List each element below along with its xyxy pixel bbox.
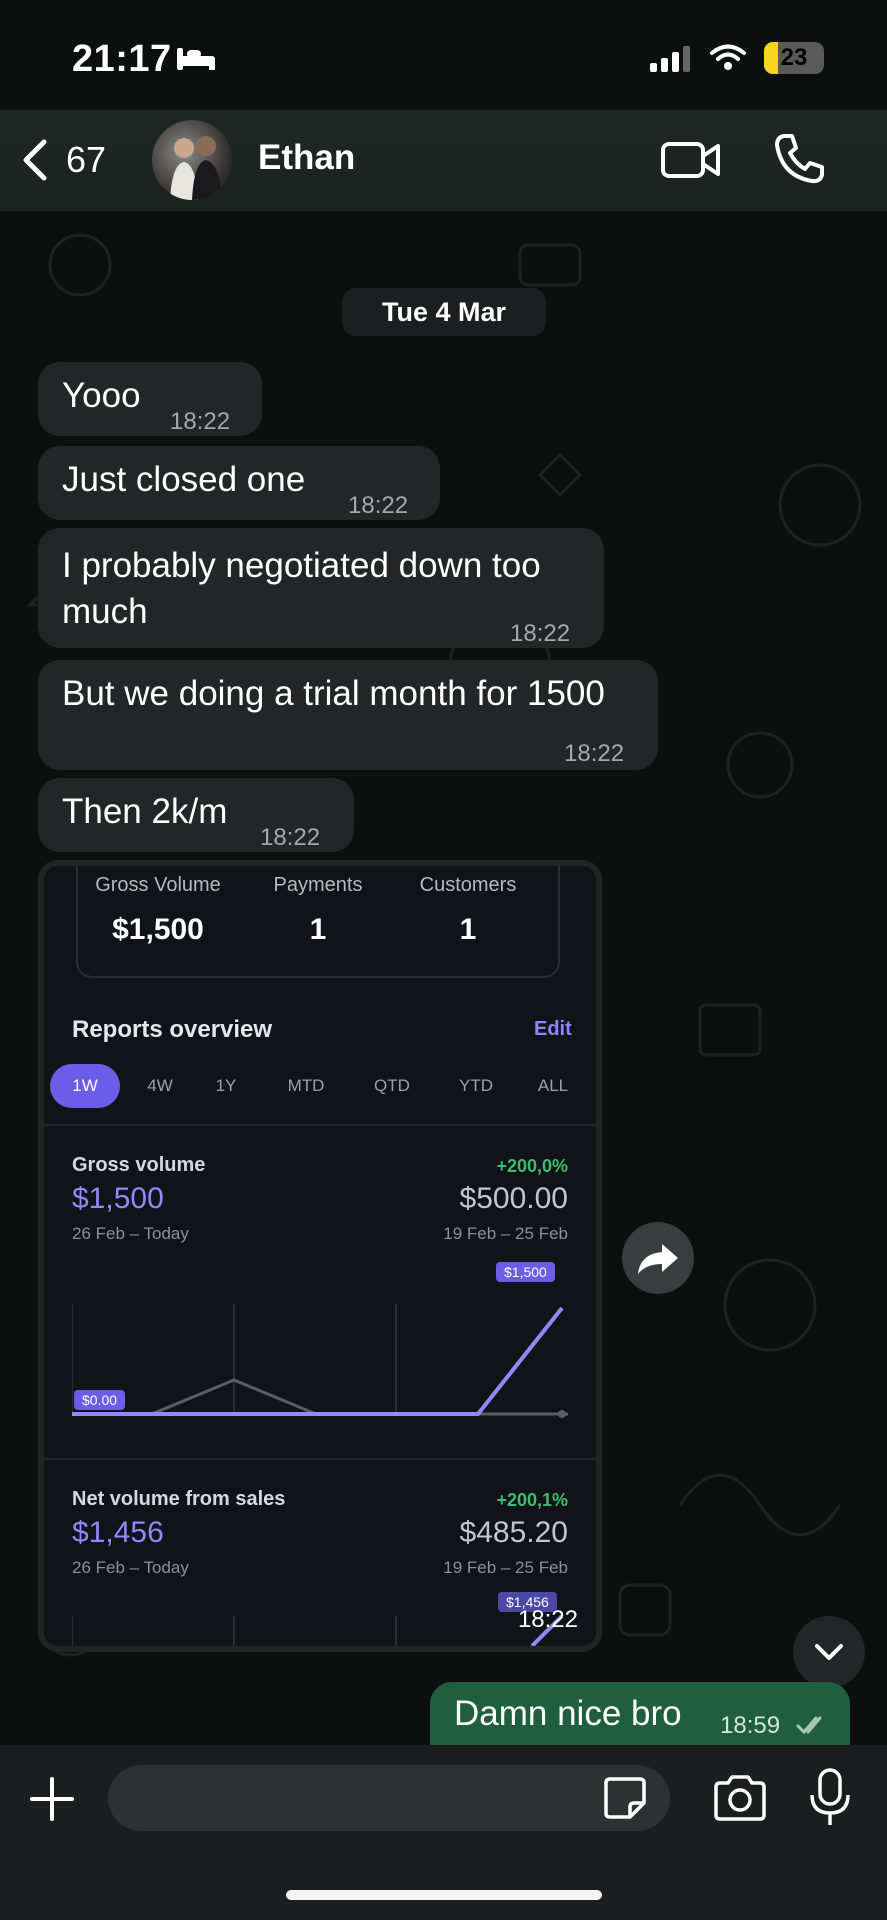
- net-volume-range: 26 Feb – Today: [72, 1558, 189, 1577]
- avatar-photo-icon: [170, 136, 222, 200]
- message-text: Then 2k/m: [62, 792, 228, 831]
- incoming-message[interactable]: Just closed one 18:22: [38, 446, 440, 520]
- message-time: 18:22: [564, 740, 625, 767]
- status-time: 21:17: [72, 38, 172, 80]
- period-qtd: QTD: [374, 1076, 410, 1095]
- battery-icon: 23: [764, 42, 824, 74]
- stat-payments: Payments 1: [273, 874, 363, 946]
- status-bar: 21:17 23: [0, 0, 887, 110]
- net-volume-change: +200,1%: [496, 1490, 568, 1510]
- gross-volume-range: 26 Feb – Today: [72, 1224, 189, 1243]
- stats-summary: Gross Volume $1,500 Payments 1 Customers…: [76, 866, 560, 978]
- chart-high-label: $1,500: [496, 1262, 555, 1282]
- video-call-icon[interactable]: [660, 136, 722, 184]
- period-selector: 1W 4W 1Y MTD QTD YTD ALL: [50, 1064, 596, 1108]
- net-volume-previous-range: 19 Feb – 25 Feb: [443, 1558, 568, 1577]
- message-time: 18:22: [348, 492, 409, 519]
- period-1y: 1Y: [215, 1076, 237, 1095]
- phone-call-icon[interactable]: [774, 132, 824, 184]
- incoming-message[interactable]: I probably negotiated down too much 18:2…: [38, 528, 604, 648]
- outgoing-message[interactable]: Damn nice bro 18:59: [430, 1682, 850, 1752]
- chevron-down-icon: [815, 1644, 843, 1660]
- gross-volume-value: $1,500: [72, 1182, 164, 1215]
- forward-arrow-icon: [638, 1244, 678, 1274]
- unread-count: 67: [66, 139, 107, 180]
- message-time: 18:22: [170, 408, 231, 435]
- gross-volume-title: Gross volume: [72, 1154, 206, 1176]
- image-message[interactable]: Gross Volume $1,500 Payments 1 Customers…: [38, 860, 602, 1652]
- chevron-left-icon: [23, 139, 47, 181]
- edit-link: Edit: [534, 1018, 572, 1040]
- incoming-message[interactable]: Then 2k/m 18:22: [38, 778, 354, 852]
- period-mtd: MTD: [287, 1076, 325, 1095]
- period-ytd: YTD: [459, 1076, 493, 1095]
- chat-header: 67 Ethan: [0, 110, 887, 211]
- net-volume-title: Net volume from sales: [72, 1488, 286, 1510]
- back-button[interactable]: 67: [18, 134, 108, 186]
- stat-customers: Customers 1: [419, 874, 517, 946]
- reports-title: Reports overview: [72, 1016, 273, 1043]
- message-time: 18:59: [720, 1712, 781, 1739]
- date-separator: Tue 4 Mar: [342, 288, 546, 336]
- sleep-focus-icon: [177, 48, 215, 70]
- gross-volume-previous-range: 19 Feb – 25 Feb: [443, 1224, 568, 1243]
- net-volume-value: $1,456: [72, 1516, 164, 1549]
- read-receipt-icon: [796, 1716, 822, 1735]
- contact-name[interactable]: Ethan: [258, 138, 355, 178]
- cellular-signal-icon: [650, 46, 690, 72]
- message-text-continued: much: [62, 592, 148, 631]
- period-4w: 4W: [147, 1076, 173, 1095]
- message-time: 18:22: [510, 620, 571, 647]
- divider: [44, 1124, 596, 1126]
- message-text: I probably negotiated down too: [62, 546, 541, 585]
- period-1w: 1W: [50, 1064, 120, 1108]
- message-time: 18:22: [517, 1606, 578, 1633]
- camera-icon[interactable]: [712, 1773, 768, 1823]
- message-input[interactable]: [108, 1765, 670, 1831]
- divider: [44, 1458, 596, 1460]
- incoming-message[interactable]: But we doing a trial month for 1500 18:2…: [38, 660, 658, 770]
- forward-button[interactable]: [622, 1222, 694, 1294]
- sticker-icon[interactable]: [602, 1775, 648, 1821]
- microphone-icon[interactable]: [808, 1767, 852, 1827]
- gross-volume-chart: [72, 1304, 568, 1418]
- scroll-to-bottom-button[interactable]: [793, 1616, 865, 1688]
- message-text: Damn nice bro: [454, 1694, 682, 1733]
- period-all: ALL: [537, 1076, 569, 1095]
- message-text: Just closed one: [62, 460, 306, 499]
- wifi-icon: [710, 44, 746, 70]
- plus-icon[interactable]: [28, 1775, 76, 1823]
- net-volume-chart: [72, 1614, 564, 1646]
- net-volume-previous: $485.20: [459, 1516, 568, 1549]
- chart-low-label: $0.00: [74, 1390, 126, 1410]
- stat-gross-volume: Gross Volume $1,500: [95, 874, 221, 946]
- home-indicator: [286, 1890, 602, 1900]
- message-time: 18:22: [260, 824, 321, 851]
- incoming-message[interactable]: Yooo 18:22: [38, 362, 262, 436]
- message-text: But we doing a trial month for 1500: [62, 674, 605, 713]
- contact-avatar[interactable]: [152, 120, 232, 200]
- gross-volume-previous: $500.00: [459, 1182, 568, 1215]
- gross-volume-change: +200,0%: [496, 1156, 568, 1176]
- message-text: Yooo: [62, 376, 141, 415]
